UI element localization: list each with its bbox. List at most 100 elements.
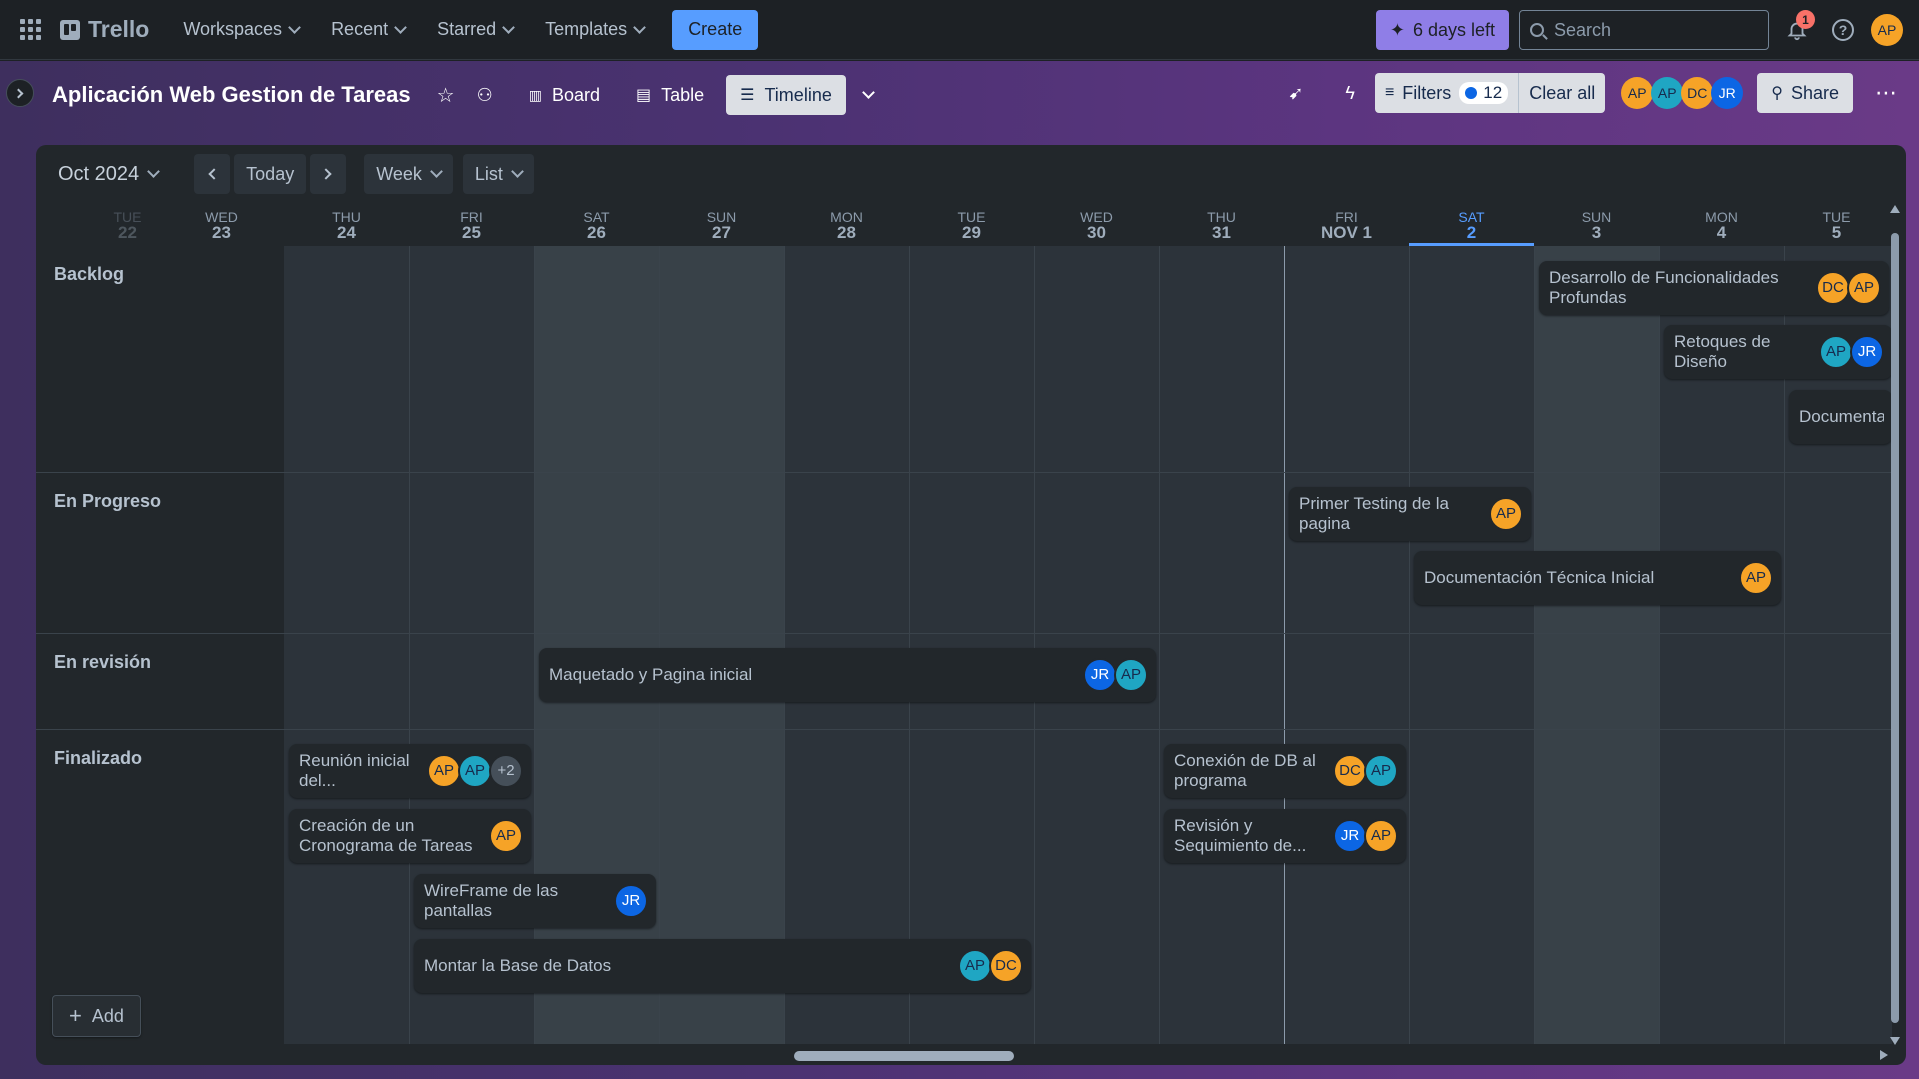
board-title[interactable]: Aplicación Web Gestion de Tareas xyxy=(52,82,411,108)
trello-logo[interactable]: Trello xyxy=(60,16,149,43)
card-member-avatar: AP xyxy=(1114,658,1148,692)
nav-starred-label: Starred xyxy=(437,19,497,39)
timeline-card[interactable]: Creación de un Cronograma de Tareas AP xyxy=(289,809,531,863)
chevron-right-icon xyxy=(320,168,332,180)
card-title: Documentación Técnica Inicial xyxy=(1424,568,1655,587)
scroll-right-arrow-icon[interactable] xyxy=(1880,1050,1888,1060)
lane-divider xyxy=(36,729,284,730)
range-selector[interactable]: Week xyxy=(364,154,453,194)
nav-templates[interactable]: Templates xyxy=(531,10,658,50)
timeline-card[interactable]: Revisión y Sequimiento de... JR AP xyxy=(1164,809,1406,863)
workspace-visibility-icon[interactable]: ⚇ xyxy=(477,85,493,106)
app-switcher-icon[interactable] xyxy=(18,18,42,42)
timeline-card[interactable]: Maquetado y Pagina inicial JR AP xyxy=(539,648,1156,702)
day-number: 24 xyxy=(337,223,356,242)
day-header: SUN 27 xyxy=(659,204,784,246)
board-header: Aplicación Web Gestion de Tareas ☆ ⚇ ▥ B… xyxy=(0,61,1919,129)
day-number: 4 xyxy=(1716,223,1727,242)
notification-count-badge: 1 xyxy=(1796,10,1815,29)
search-input[interactable]: Search xyxy=(1519,10,1769,50)
timeline-card[interactable]: Desarrollo de Funcionalidades Profundas … xyxy=(1539,261,1889,315)
month-selector[interactable]: Oct 2024 xyxy=(46,154,170,194)
timeline-card[interactable]: Conexión de DB al programa DC AP xyxy=(1164,744,1406,798)
add-label: Add xyxy=(91,1005,124,1026)
timeline-card[interactable]: Retoques de Diseño AP JR xyxy=(1664,325,1892,379)
horizontal-scroll-thumb[interactable] xyxy=(794,1051,1014,1061)
nav-starred[interactable]: Starred xyxy=(423,10,527,50)
timeline-card[interactable]: Primer Testing de la pagina AP xyxy=(1289,487,1531,541)
power-ups-button[interactable]: ➹ xyxy=(1274,73,1317,113)
today-button[interactable]: Today xyxy=(234,154,307,194)
chevron-down-icon xyxy=(288,20,301,34)
member-avatar[interactable]: AP xyxy=(1651,77,1684,109)
horizontal-scrollbar[interactable] xyxy=(284,1047,1892,1063)
timeline-card[interactable]: Documentación Técnica Inicial AP xyxy=(1414,551,1781,605)
next-period-button[interactable] xyxy=(310,154,347,194)
card-members: DC AP xyxy=(1333,754,1398,788)
more-views-button[interactable] xyxy=(854,75,883,115)
add-card-button[interactable]: + Add xyxy=(52,995,141,1037)
help-icon: ? xyxy=(1832,19,1854,41)
nav-workspaces[interactable]: Workspaces xyxy=(169,10,313,50)
group-by-selector[interactable]: List xyxy=(462,154,534,194)
star-icon[interactable]: ☆ xyxy=(437,83,455,108)
timeline-card[interactable]: Documenta xyxy=(1789,390,1892,444)
member-avatar[interactable]: DC xyxy=(1681,77,1714,109)
top-app-bar: Trello Workspaces Recent Starred Templat… xyxy=(0,0,1919,60)
filters-label: Filters xyxy=(1402,82,1452,103)
board-menu-button[interactable]: ⋯ xyxy=(1867,73,1905,113)
vertical-scroll-thumb[interactable] xyxy=(1891,233,1899,1023)
grid-line xyxy=(784,246,785,1044)
more-members-badge: +2 xyxy=(489,754,523,788)
user-avatar[interactable]: AP xyxy=(1871,14,1903,46)
trial-button[interactable]: ✦ 6 days left xyxy=(1375,10,1509,50)
create-button[interactable]: Create xyxy=(672,9,759,50)
view-board-button[interactable]: ▥ Board xyxy=(515,75,614,115)
clear-all-filters-button[interactable]: Clear all xyxy=(1518,73,1605,113)
view-timeline-button[interactable]: ☰ Timeline xyxy=(726,75,846,115)
nav-workspaces-label: Workspaces xyxy=(183,19,283,39)
day-number: 29 xyxy=(962,223,981,242)
help-button[interactable]: ? xyxy=(1825,12,1861,48)
card-member-avatar: AP xyxy=(1489,497,1523,531)
member-avatar[interactable]: AP xyxy=(1621,77,1654,109)
card-title: Desarrollo de Funcionalidades Profundas xyxy=(1549,268,1779,307)
filters-button[interactable]: ≡ Filters 12 Clear all xyxy=(1374,73,1606,113)
grid-line xyxy=(1659,246,1660,1044)
weekend-column xyxy=(1534,246,1659,1044)
timeline-card[interactable]: Reunión inicial del... AP AP +2 xyxy=(289,744,531,798)
card-member-avatar: AP xyxy=(1739,561,1773,595)
share-button[interactable]: ⚲ Share xyxy=(1757,73,1853,113)
card-title: Primer Testing de la pagina xyxy=(1299,494,1449,533)
previous-period-button[interactable] xyxy=(194,154,231,194)
day-header: WED 30 xyxy=(1034,204,1159,246)
nav-recent[interactable]: Recent xyxy=(317,10,419,50)
timeline-card[interactable]: WireFrame de las pantallas JR xyxy=(414,874,656,928)
member-avatar[interactable]: JR xyxy=(1711,77,1744,109)
grid-line xyxy=(909,246,910,1044)
card-member-avatar: AP xyxy=(1847,271,1881,305)
view-table-button[interactable]: ▤ Table xyxy=(622,75,718,115)
timeline-toolbar: Oct 2024 Today Week List xyxy=(36,145,1906,203)
automation-button[interactable]: ϟ xyxy=(1331,73,1369,113)
day-header: TUE 5 xyxy=(1784,204,1889,246)
grid-line xyxy=(1159,246,1160,1044)
scroll-down-arrow-icon[interactable] xyxy=(1890,1037,1900,1045)
day-number: 30 xyxy=(1087,223,1106,242)
filter-count: 12 xyxy=(1483,83,1503,102)
notifications-button[interactable]: 1 xyxy=(1779,10,1815,48)
filter-icon: ≡ xyxy=(1384,84,1395,101)
day-number: 23 xyxy=(212,223,231,242)
vertical-scrollbar[interactable] xyxy=(1888,205,1902,1045)
card-member-avatar: AP xyxy=(427,754,461,788)
scroll-up-arrow-icon[interactable] xyxy=(1890,205,1900,213)
month-boundary-line xyxy=(1284,246,1285,1044)
card-member-avatar: JR xyxy=(1083,658,1117,692)
filters-toggle[interactable]: ≡ Filters 12 xyxy=(1375,73,1518,113)
timeline-card[interactable]: Montar la Base de Datos AP DC xyxy=(414,939,1031,993)
chevron-down-icon xyxy=(147,165,161,178)
view-table-label: Table xyxy=(661,84,705,105)
day-number: 2 xyxy=(1466,223,1477,242)
sidebar-expand-button[interactable] xyxy=(6,79,34,107)
card-member-avatar: AP xyxy=(458,754,492,788)
